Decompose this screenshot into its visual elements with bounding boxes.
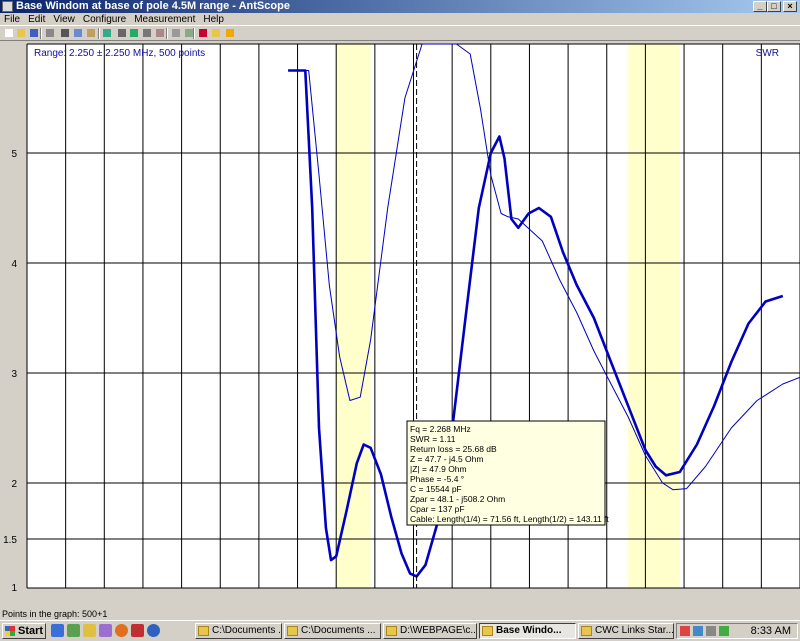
windows-logo-icon (5, 626, 15, 636)
freeze-icon[interactable] (128, 27, 141, 39)
start-label: Start (18, 625, 44, 637)
marker-info-line: Z = 47.7 - j4.5 Ohm (410, 454, 483, 464)
window-icon (287, 626, 298, 636)
menu-bar: File Edit View Configure Measurement Help (0, 13, 800, 25)
cut-icon[interactable] (59, 27, 72, 39)
tray-icon[interactable] (680, 626, 690, 636)
start-button[interactable]: Start (2, 623, 46, 639)
window-icon (482, 626, 493, 636)
app-icon[interactable] (2, 1, 13, 12)
taskbar-button[interactable]: C:\Documents ... (284, 623, 381, 639)
firefox-icon[interactable] (115, 624, 128, 637)
taskbar-button[interactable]: Base Windo... (479, 623, 576, 639)
marker-info-line: |Z| = 47.9 Ohm (410, 464, 467, 474)
y-tick-label: 2 (11, 479, 17, 490)
swr-mode-label: SWR (756, 48, 779, 59)
clock: 8:33 AM (750, 625, 791, 637)
taskbar-button[interactable]: CWC Links Star... (578, 623, 674, 639)
close-button[interactable]: × (783, 1, 797, 12)
range-label: Range: 2.250 ± 2.250 MHz, 500 points (34, 48, 205, 59)
refresh-icon[interactable] (141, 27, 154, 39)
taskbar: Start C:\Documents ... C:\Documents ... D:… (0, 620, 800, 641)
window-icon (386, 626, 397, 636)
y-tick-label: 1.5 (3, 535, 17, 546)
window-icon (581, 626, 592, 636)
minimize-button[interactable]: _ (753, 1, 767, 12)
window-title: Base Windom at base of pole 4.5M range -… (16, 0, 290, 12)
paste-icon[interactable] (85, 27, 98, 39)
marker-info-line: SWR = 1.11 (410, 434, 456, 444)
y-tick-label: 5 (11, 149, 17, 160)
swr-chart[interactable]: 11.5234502.250 MHz4.500Range: 2.250 ± 2.… (0, 41, 800, 595)
y-tick-label: 3 (11, 369, 17, 380)
media-icon[interactable] (99, 624, 112, 637)
ham-band-highlight (336, 44, 371, 588)
export-icon[interactable] (101, 27, 114, 39)
taskbar-button-label: C:\Documents ... (212, 625, 282, 636)
marker-info-line: Return loss = 25.68 dB (410, 444, 497, 454)
marker-info-line: Cable: Length(1/4) = 71.56 ft, Length(1/… (410, 514, 609, 524)
taskbar-button-label: C:\Documents ... (301, 625, 376, 636)
window-icon (198, 626, 209, 636)
marker-info-line: Fq = 2.268 MHz (410, 424, 471, 434)
taskbar-button-label: Base Windo... (496, 625, 562, 636)
open-file-icon[interactable] (210, 27, 223, 39)
title-bar: Base Windom at base of pole 4.5M range -… (0, 0, 800, 13)
copy-icon[interactable] (72, 27, 85, 39)
status-bar: Points in the graph: 500+1 (0, 608, 800, 620)
y-tick-label: 1 (11, 583, 17, 594)
marker-info-line: Cpar = 137 pF (410, 504, 465, 514)
folder-icon[interactable] (83, 624, 96, 637)
toolbar (0, 25, 800, 41)
taskbar-button[interactable]: C:\Documents ... (195, 623, 282, 639)
chrome-icon[interactable] (147, 624, 160, 637)
tray-icon[interactable] (693, 626, 703, 636)
import-icon[interactable] (44, 27, 57, 39)
graph-icon[interactable] (197, 27, 210, 39)
quicklaunch-icon[interactable] (67, 624, 80, 637)
ham-band-highlight (628, 44, 680, 588)
app-quicklaunch-icon[interactable] (131, 624, 144, 637)
system-tray: 8:33 AM (676, 623, 798, 639)
maximize-button[interactable]: □ (767, 1, 781, 12)
y-tick-label: 4 (11, 259, 17, 270)
volume-icon[interactable] (706, 626, 716, 636)
taskbar-button-label: CWC Links Star... (595, 625, 674, 636)
taskbar-button-label: D:\WEBPAGE\c... (400, 625, 477, 636)
marker-info-line: Zpar = 48.1 - j508.2 Ohm (410, 494, 505, 504)
help-icon[interactable] (224, 27, 237, 39)
taskbar-button[interactable]: D:\WEBPAGE\c... (383, 623, 477, 639)
ie-icon[interactable] (51, 624, 64, 637)
signal-icon[interactable] (170, 27, 183, 39)
marker-info-line: Phase = -5.4 ° (410, 474, 464, 484)
marker-info-line: C = 15544 pF (410, 484, 462, 494)
points-count: Points in the graph: 500+1 (2, 609, 108, 619)
open-icon[interactable] (15, 27, 28, 39)
network-icon[interactable] (719, 626, 729, 636)
